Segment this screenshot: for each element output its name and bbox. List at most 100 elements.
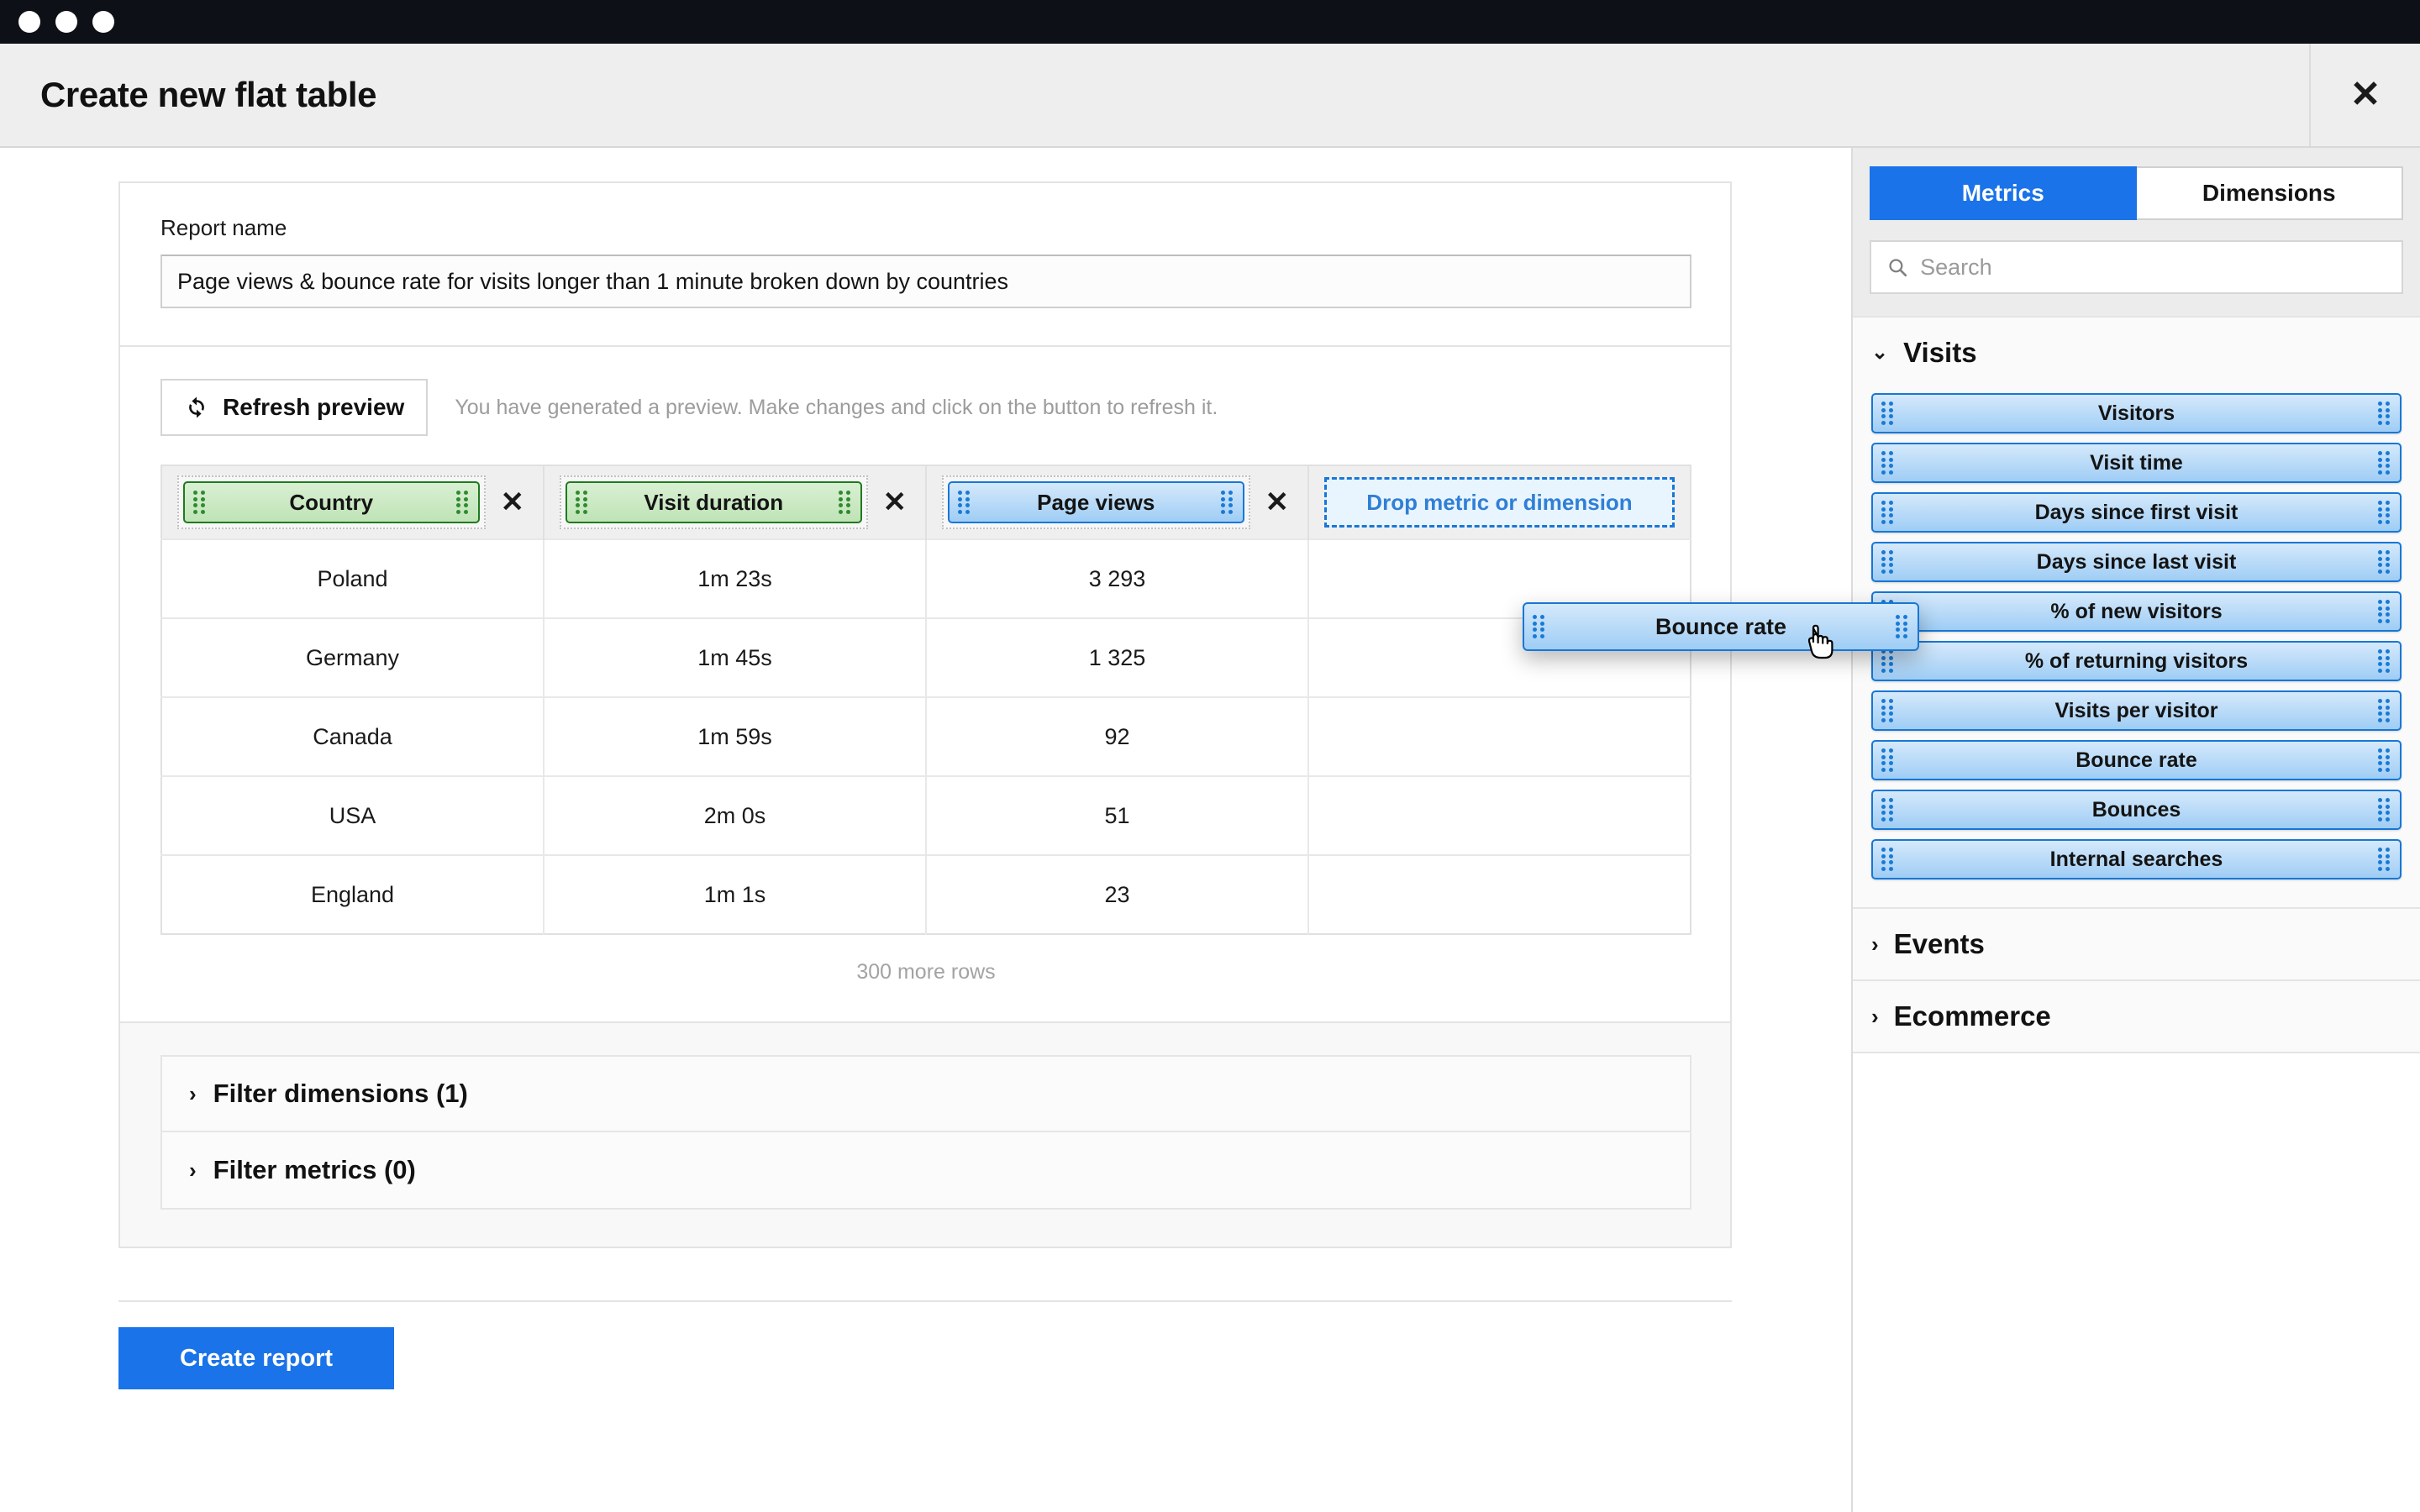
sidebar-top: Metrics Dimensions (1853, 148, 2420, 316)
close-modal-button[interactable]: ✕ (2309, 44, 2420, 146)
drag-handle-icon[interactable] (2378, 649, 2391, 673)
search-field-wrapper[interactable] (1870, 240, 2403, 294)
drag-handle-icon[interactable] (2378, 699, 2391, 722)
drag-handle-icon[interactable] (193, 491, 207, 514)
column-header-country: Country ✕ (161, 465, 544, 539)
metric-item-label: Visit time (2090, 450, 2183, 475)
table-row: England 1m 1s 23 (161, 854, 1691, 934)
filter-metrics-row[interactable]: › Filter metrics (0) (160, 1132, 1691, 1210)
report-name-input[interactable] (160, 255, 1691, 308)
metric-item-internal-searches[interactable]: Internal searches (1871, 839, 2402, 879)
sidebar-group-list: ⌄ Visits Visitors Visit time Days since fi… (1853, 316, 2420, 1053)
table-cell: 1m 1s (544, 854, 927, 934)
metric-item-visitors[interactable]: Visitors (1871, 393, 2402, 433)
table-cell: 1m 59s (544, 696, 927, 776)
drag-handle-icon[interactable] (1881, 748, 1895, 772)
column-chip-page-views[interactable]: Page views (948, 481, 1244, 523)
remove-column-country-button[interactable]: ✕ (497, 488, 529, 517)
refresh-icon (189, 396, 204, 418)
column-chip-visit-duration[interactable]: Visit duration (566, 481, 862, 523)
drag-handle-icon[interactable] (1881, 402, 1895, 425)
drag-handle-icon[interactable] (1881, 699, 1895, 722)
table-cell: 51 (926, 775, 1309, 855)
drag-handle-icon[interactable] (455, 491, 470, 514)
page-title: Create new flat table (40, 75, 377, 114)
drop-metric-or-dimension-zone[interactable]: Drop metric or dimension (1324, 477, 1675, 528)
column-chip-label: Page views (1037, 489, 1155, 515)
drag-handle-icon[interactable] (1881, 649, 1895, 673)
metric-item-bounces[interactable]: Bounces (1871, 790, 2402, 830)
report-form-card: Report name Refresh preview You h (118, 181, 1732, 1248)
right-sidebar: Metrics Dimensions ⌄ Visits Visitors Visi… (1851, 148, 2420, 1512)
metric-item-label: Bounces (2091, 797, 2181, 822)
tab-dimensions[interactable]: Dimensions (2136, 166, 2403, 220)
sidebar-group-label: Visits (1903, 337, 1977, 368)
metric-item-label: Bounce rate (2075, 748, 2197, 772)
drag-handle-icon[interactable] (2378, 748, 2391, 772)
chevron-down-icon: ⌄ (1871, 341, 1889, 364)
table-row: Poland 1m 23s 3 293 (161, 538, 1691, 618)
traffic-light-zoom-dot[interactable] (92, 11, 114, 33)
drag-handle-icon[interactable] (1881, 451, 1895, 475)
chevron-right-icon: › (1871, 1004, 1879, 1029)
modal-body: Report name Refresh preview You h (0, 148, 2420, 1512)
table-cell (1308, 854, 1691, 934)
drag-handle-icon[interactable] (2378, 501, 2391, 524)
drag-handle-icon[interactable] (958, 491, 971, 514)
metric-item-visit-time[interactable]: Visit time (1871, 443, 2402, 483)
drag-handle-icon[interactable] (2378, 451, 2391, 475)
sidebar-list-end-divider (1853, 1052, 2420, 1053)
metric-item-days-since-first-visit[interactable]: Days since first visit (1871, 492, 2402, 533)
drag-handle-icon[interactable] (2378, 402, 2391, 425)
sidebar-group-events[interactable]: › Events (1853, 907, 2420, 979)
sidebar-group-label: Events (1893, 928, 1985, 959)
remove-column-page-views-button[interactable]: ✕ (1262, 488, 1293, 517)
table-cell: 1m 23s (544, 538, 927, 618)
metric-item-of-returning-visitors[interactable]: % of returning visitors (1871, 641, 2402, 681)
traffic-light-minimize-dot[interactable] (55, 11, 77, 33)
metric-item-label: % of returning visitors (2024, 648, 2249, 673)
drag-handle-icon (1533, 615, 1546, 638)
table-cell: 92 (926, 696, 1309, 776)
modal-header: Create new flat table ✕ (0, 44, 2420, 148)
table-row: Germany 1m 45s 1 325 (161, 617, 1691, 697)
drag-handle-icon[interactable] (1881, 501, 1895, 524)
sidebar-group-visits[interactable]: ⌄ Visits (1853, 316, 2420, 388)
tab-metrics[interactable]: Metrics (1870, 166, 2137, 220)
close-icon: ✕ (2349, 74, 2381, 115)
preview-hint-text: You have generated a preview. Make chang… (455, 395, 1218, 419)
create-report-button[interactable]: Create report (118, 1327, 394, 1389)
column-drop-slot[interactable]: Visit duration (560, 475, 868, 529)
column-drop-slot[interactable]: Country (177, 475, 486, 529)
drag-handle-icon[interactable] (2378, 848, 2391, 871)
column-chip-label: Country (289, 489, 374, 515)
drag-handle-icon[interactable] (2378, 798, 2391, 822)
metric-item-bounce-rate[interactable]: Bounce rate (1871, 740, 2402, 780)
column-chip-country[interactable]: Country (183, 481, 480, 523)
drag-handle-icon[interactable] (1881, 848, 1895, 871)
drag-handle-icon[interactable] (2378, 600, 2391, 623)
refresh-preview-button[interactable]: Refresh preview (160, 379, 429, 436)
drag-handle-icon[interactable] (2378, 550, 2391, 574)
drag-handle-icon[interactable] (1220, 491, 1234, 514)
report-name-label: Report name (160, 215, 287, 240)
sidebar-tabs: Metrics Dimensions (1870, 166, 2403, 220)
column-drop-slot[interactable]: Page views (942, 475, 1250, 529)
table-cell: Germany (161, 617, 544, 697)
drag-handle-icon[interactable] (1881, 550, 1895, 574)
sidebar-group-ecommerce[interactable]: › Ecommerce (1853, 979, 2420, 1052)
drag-handle-icon[interactable] (838, 491, 852, 514)
filter-dimensions-row[interactable]: › Filter dimensions (1) (160, 1055, 1691, 1132)
remove-column-visit-duration-button[interactable]: ✕ (880, 488, 911, 517)
chevron-right-icon: › (1871, 932, 1879, 957)
metric-item-days-since-last-visit[interactable]: Days since last visit (1871, 542, 2402, 582)
traffic-light-close-dot[interactable] (18, 11, 40, 33)
search-input[interactable] (1920, 254, 2386, 281)
sidebar-group-label: Ecommerce (1893, 1000, 2051, 1032)
metric-item-of-new-visitors[interactable]: % of new visitors (1871, 591, 2402, 632)
table-cell (1308, 775, 1691, 855)
drag-handle-icon[interactable] (576, 491, 589, 514)
drag-handle-icon[interactable] (1881, 798, 1895, 822)
dragged-metric-ghost[interactable]: Bounce rate (1523, 602, 1919, 651)
metric-item-visits-per-visitor[interactable]: Visits per visitor (1871, 690, 2402, 731)
